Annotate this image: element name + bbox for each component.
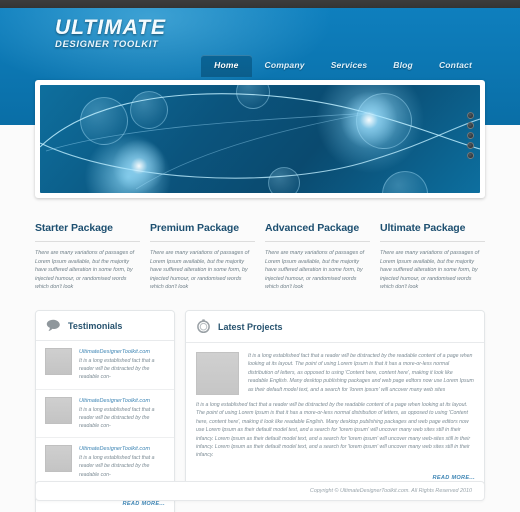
- testimonial-quote: It is a long established fact that a rea…: [79, 455, 155, 478]
- speech-bubble-icon: [46, 319, 60, 332]
- package-card-premium: Premium Package There are many variation…: [150, 222, 255, 292]
- testimonial-thumbnail: [45, 396, 72, 424]
- package-description: There are many variations of passages of…: [150, 250, 250, 291]
- package-title: Starter Package: [35, 222, 140, 242]
- latest-projects-paragraph-1: It is a long established fact that a rea…: [248, 353, 474, 393]
- light-burst-right: [340, 91, 398, 149]
- testimonial-link[interactable]: UltimateDesignerToolkit.com: [79, 348, 165, 356]
- package-description: There are many variations of passages of…: [35, 250, 135, 291]
- testimonial-item: UltimateDesignerToolkit.com It is a long…: [36, 390, 174, 439]
- slider-dot-4[interactable]: [467, 142, 474, 149]
- testimonial-quote: It is a long established fact that a rea…: [79, 406, 155, 430]
- slider-pagination: [467, 112, 474, 159]
- nav-item-contact[interactable]: Contact: [426, 55, 485, 77]
- testimonial-link[interactable]: UltimateDesignerToolkit.com: [79, 445, 165, 453]
- testimonial-item: UltimateDesignerToolkit.com It is a long…: [36, 341, 174, 390]
- clock-icon: [197, 319, 210, 334]
- hero-slider[interactable]: [40, 85, 480, 193]
- package-description: There are many variations of passages of…: [380, 250, 480, 291]
- copyright-text: Copyright © UltimateDesignerToolkit.com.…: [309, 488, 472, 494]
- slider-dot-2[interactable]: [467, 122, 474, 129]
- latest-projects-panel: Latest Projects It is a long established…: [185, 310, 485, 493]
- testimonial-quote: It is a long established fact that a rea…: [79, 358, 155, 381]
- testimonials-title: Testimonials: [68, 320, 123, 331]
- package-card-starter: Starter Package There are many variation…: [35, 222, 140, 292]
- logo-primary-text: ULTIMATE: [55, 16, 167, 39]
- testimonials-header: Testimonials: [36, 311, 174, 341]
- testimonials-read-more-link[interactable]: READ MORE...: [123, 501, 165, 507]
- slider-dot-1[interactable]: [467, 112, 474, 119]
- nav-item-home[interactable]: Home: [201, 55, 252, 77]
- nav-item-services[interactable]: Services: [318, 55, 381, 77]
- banner-curves: [40, 93, 480, 190]
- page-root: ULTIMATE DESIGNER TOOLKIT Home Company S…: [0, 0, 520, 512]
- testimonial-link[interactable]: UltimateDesignerToolkit.com: [79, 397, 165, 405]
- latest-projects-header: Latest Projects: [186, 311, 484, 343]
- banner-frame: [35, 80, 485, 198]
- site-logo[interactable]: ULTIMATE DESIGNER TOOLKIT: [55, 17, 166, 51]
- latest-projects-read-more-link[interactable]: READ MORE...: [433, 475, 475, 481]
- nav-item-blog[interactable]: Blog: [380, 55, 426, 77]
- package-title: Ultimate Package: [380, 222, 485, 242]
- site-footer: Copyright © UltimateDesignerToolkit.com.…: [35, 481, 485, 501]
- packages-row: Starter Package There are many variation…: [35, 222, 485, 292]
- testimonial-item: UltimateDesignerToolkit.com It is a long…: [36, 438, 174, 486]
- nav-item-company[interactable]: Company: [252, 55, 318, 77]
- package-description: There are many variations of passages of…: [265, 250, 365, 291]
- light-burst-left: [112, 139, 166, 193]
- logo-secondary-text: DESIGNER TOOLKIT: [55, 39, 159, 50]
- main-navigation: Home Company Services Blog Contact: [201, 55, 485, 77]
- latest-projects-paragraph-2: It is a long established fact that a rea…: [196, 402, 471, 459]
- testimonial-thumbnail: [45, 445, 72, 473]
- package-card-ultimate: Ultimate Package There are many variatio…: [380, 222, 485, 292]
- testimonial-thumbnail: [45, 348, 72, 375]
- slider-dot-5[interactable]: [467, 152, 474, 159]
- package-title: Advanced Package: [265, 222, 370, 242]
- latest-projects-body: It is a long established fact that a rea…: [186, 395, 484, 460]
- latest-projects-title: Latest Projects: [218, 321, 283, 332]
- latest-projects-intro: It is a long established fact that a rea…: [186, 343, 484, 395]
- package-card-advanced: Advanced Package There are many variatio…: [265, 222, 370, 292]
- top-dark-bar: [0, 0, 520, 8]
- project-thumbnail: [196, 352, 239, 395]
- package-title: Premium Package: [150, 222, 255, 242]
- slider-dot-3[interactable]: [467, 132, 474, 139]
